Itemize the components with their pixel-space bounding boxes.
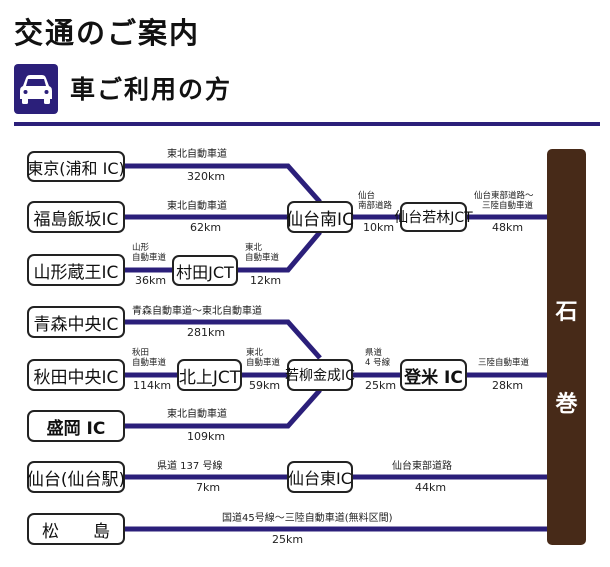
distance-label: 48km	[492, 221, 524, 234]
distance-label: 12km	[250, 274, 282, 287]
distance-label: 25km	[365, 379, 397, 392]
junction-murata: 村田JCT	[172, 255, 238, 286]
road-label: 自動車道	[132, 253, 167, 263]
road-label: 自動車道	[246, 358, 281, 368]
road-label: 県道 137 号線	[157, 461, 223, 472]
road-label: 仙台東部道路	[392, 461, 452, 472]
road-label: 4 号線	[365, 358, 391, 368]
distance-label: 25km	[272, 533, 304, 546]
distance-label: 10km	[363, 221, 395, 234]
destination-char-1: 石	[555, 300, 578, 325]
origin-yamagata: 山形蔵王IC	[27, 254, 125, 286]
destination-ishinomaki: 石 巻	[547, 149, 586, 545]
distance-label: 36km	[135, 274, 167, 287]
destination-char-2: 巻	[555, 392, 578, 417]
road-label: 仙台	[358, 191, 376, 201]
road-label: 仙台東部道路～	[474, 191, 534, 201]
road-label: 東北自動車道	[167, 409, 227, 420]
road-label: 三陸自動車道	[482, 201, 534, 211]
origin-tokyo: 東京(浦和 IC)	[27, 151, 125, 182]
road-label: 山形	[132, 243, 150, 253]
road-label: 東北自動車道	[167, 201, 227, 212]
road-label: 青森自動車道～東北自動車道	[132, 306, 262, 317]
junction-kitakami: 北上JCT	[177, 359, 242, 391]
distance-label: 7km	[196, 481, 221, 494]
road-label: 秋田	[132, 348, 150, 358]
distance-label: 320km	[187, 170, 226, 183]
distance-label: 59km	[249, 379, 281, 392]
distance-label: 281km	[187, 326, 226, 339]
junction-sendai-wakabayashi: 仙台若林JCT	[394, 202, 473, 232]
road-label: 自動車道	[132, 358, 167, 368]
origin-aomori: 青森中央IC	[27, 306, 125, 338]
origin-morioka: 盛岡 IC	[27, 410, 125, 442]
junction-sendai-minami: 仙台南IC	[286, 201, 354, 233]
road-label: 国道45号線～三陸自動車道(無料区間)	[222, 513, 393, 524]
origin-matsushima: 松 島	[27, 513, 125, 545]
distance-label: 114km	[133, 379, 172, 392]
road-label: 県道	[365, 348, 383, 358]
junction-wakayanagi: 若柳金成IC	[285, 359, 355, 391]
distance-label: 62km	[190, 221, 222, 234]
distance-label: 109km	[187, 430, 226, 443]
origin-sendai-station: 仙台(仙台駅)	[27, 461, 125, 493]
distance-label: 44km	[415, 481, 447, 494]
road-label: 東北	[245, 243, 263, 253]
origin-fukushima: 福島飯坂IC	[27, 201, 125, 233]
junction-tome: 登米 IC	[400, 359, 467, 391]
route-line-morioka	[122, 388, 322, 429]
junction-sendai-higashi: 仙台東IC	[287, 461, 353, 493]
road-label: 南部道路	[358, 201, 393, 211]
road-label: 東北	[246, 348, 264, 358]
distance-label: 28km	[492, 379, 524, 392]
origin-akita: 秋田中央IC	[27, 359, 125, 391]
road-label: 東北自動車道	[167, 149, 227, 160]
road-label: 自動車道	[245, 253, 280, 263]
road-label: 三陸自動車道	[478, 358, 530, 368]
